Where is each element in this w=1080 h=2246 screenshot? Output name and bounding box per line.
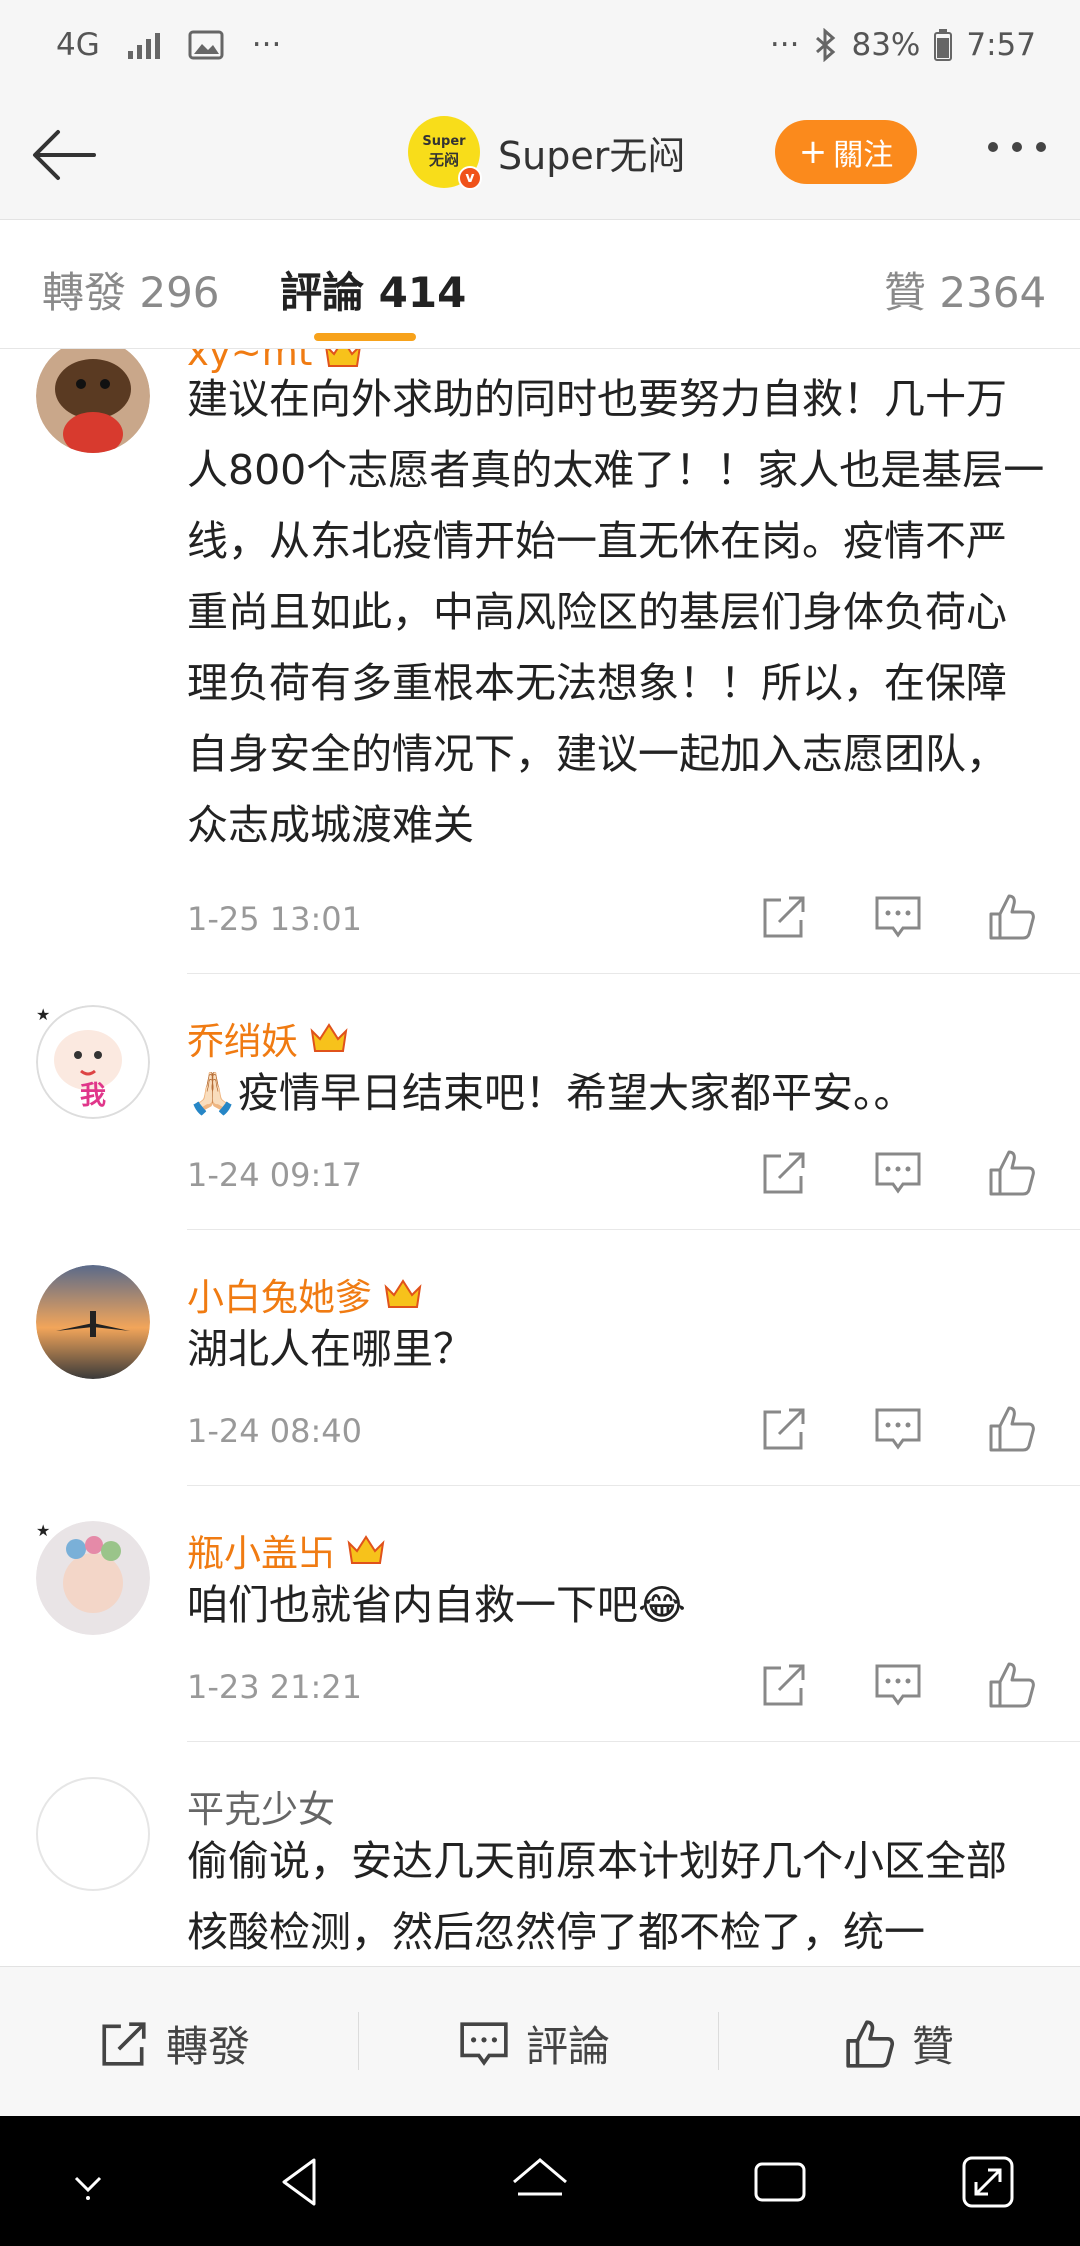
avatar[interactable]	[36, 1265, 150, 1379]
active-tab-indicator	[314, 333, 416, 341]
like-button[interactable]: 贊	[844, 2013, 954, 2074]
recents-nav-icon[interactable]	[748, 2150, 812, 2214]
comment-username[interactable]: 小白兔她爹	[187, 1267, 424, 1321]
divider	[187, 1485, 1080, 1486]
status-bar: 4G ··· ··· 83% 7:57	[0, 0, 1080, 90]
network-indicator: 4G	[56, 27, 100, 63]
follow-button[interactable]: + 關注	[775, 120, 917, 184]
comment-time: 1-24 08:40	[187, 1412, 363, 1450]
follow-label: 關注	[833, 138, 894, 173]
repost-button[interactable]: 轉發	[98, 2013, 250, 2074]
logo-text-top: Super	[422, 134, 466, 149]
back-nav-icon[interactable]	[270, 2150, 334, 2214]
more-status-indicator: ···	[769, 27, 800, 63]
like-icon[interactable]	[987, 1148, 1037, 1198]
divider	[358, 2012, 359, 2070]
comment-text: 🙏🏻疫情早日结束吧！希望大家都平安。。	[187, 1069, 915, 1117]
avatar[interactable]: 我 ★	[36, 1005, 150, 1119]
crown-icon	[384, 1279, 422, 1308]
divider	[718, 2012, 719, 2070]
tab-likes[interactable]: 贊 2364	[884, 259, 1046, 320]
comment-time: 1-24 09:17	[187, 1156, 363, 1194]
comment-icon[interactable]	[873, 892, 923, 942]
comment-username[interactable]: 乔绡妖	[187, 1011, 350, 1065]
repost-icon[interactable]	[759, 1660, 809, 1710]
comment-meta: 1-25 13:01	[187, 892, 1080, 952]
divider	[187, 1741, 1080, 1742]
logo-text-bottom: 无闷	[428, 151, 459, 169]
like-icon[interactable]	[987, 1404, 1037, 1454]
tab-comments[interactable]: 評論 414	[280, 259, 466, 320]
tab-bar: 轉發 296 評論 414 贊 2364	[0, 221, 1080, 349]
signal-icon	[127, 31, 160, 59]
gallery-notification-icon	[188, 30, 224, 60]
verified-badge-icon: v	[458, 166, 482, 190]
comment-meta: 1-24 08:40	[187, 1404, 1080, 1464]
bottom-action-bar: 轉發 評論 贊	[0, 1966, 1080, 2116]
divider	[187, 973, 1080, 974]
crown-icon	[310, 1023, 348, 1052]
comment-button[interactable]: 評論	[458, 2013, 610, 2074]
expand-icon[interactable]	[956, 2150, 1020, 2214]
like-icon	[846, 2019, 895, 2068]
bluetooth-icon	[816, 28, 836, 62]
repost-label: 轉發	[166, 2022, 251, 2071]
like-label: 贊	[912, 2022, 955, 2071]
home-nav-icon[interactable]	[508, 2150, 572, 2214]
avatar[interactable]	[36, 349, 150, 453]
comment-icon	[460, 2021, 508, 2066]
page-title: Super无闷	[498, 133, 686, 178]
hide-keyboard-icon[interactable]	[56, 2150, 120, 2214]
tab-reposts[interactable]: 轉發 296	[42, 259, 220, 320]
account-title[interactable]: Super 无闷 v Super无闷	[408, 116, 686, 190]
comment-time: 1-25 13:01	[187, 900, 363, 938]
verified-badge-icon: ★	[36, 1521, 51, 1540]
comment-time: 1-23 21:21	[187, 1668, 363, 1706]
comment-meta: 1-23 21:21	[187, 1660, 1080, 1720]
divider	[187, 1229, 1080, 1230]
like-icon[interactable]	[987, 1660, 1037, 1710]
comment-username[interactable]: 平克少女	[187, 1779, 335, 1833]
more-notifications-indicator: ···	[251, 27, 282, 63]
clock: 7:57	[966, 27, 1036, 63]
comment-text: 咱们也就省内自救一下吧😂	[187, 1581, 686, 1629]
crown-icon	[347, 1535, 385, 1564]
like-icon[interactable]	[987, 892, 1037, 942]
top-nav-bar: Super 无闷 v Super无闷 + 關注	[0, 90, 1080, 220]
comment-text: 湖北人在哪里？	[187, 1325, 474, 1373]
plus-icon: +	[798, 132, 828, 172]
comment-text: 偷偷说，安达几天前原本计划好几个小区全部核酸检测，然后忽然停了都不检了，统一	[187, 1837, 1007, 1956]
repost-icon[interactable]	[759, 1404, 809, 1454]
repost-icon[interactable]	[759, 1148, 809, 1198]
avatar[interactable]	[36, 1777, 150, 1891]
comment-text: 建议在向外求助的同时也要努力自救！几十万人800个志愿者真的太难了！！家人也是基…	[187, 375, 1045, 849]
more-options-icon[interactable]	[988, 142, 1046, 152]
avatar[interactable]: ★	[36, 1521, 150, 1635]
repost-icon	[102, 2021, 146, 2066]
system-navigation-bar	[0, 2116, 1080, 2246]
comment-meta: 1-24 09:17	[187, 1148, 1080, 1208]
avatar-text: 我	[80, 1081, 107, 1111]
comment-list[interactable]: xy~mt 建议在向外求助的同时也要努力自救！几十万人800个志愿者真的太难了！…	[0, 349, 1080, 1965]
comment-icon[interactable]	[873, 1660, 923, 1710]
account-logo: Super 无闷 v	[408, 116, 482, 190]
comment-icon[interactable]	[873, 1148, 923, 1198]
back-arrow-icon[interactable]	[28, 120, 102, 190]
repost-icon[interactable]	[759, 892, 809, 942]
comment-icon[interactable]	[873, 1404, 923, 1454]
battery-icon	[934, 29, 953, 61]
comment-label: 評論	[526, 2022, 611, 2071]
comment-username[interactable]: 瓶小盖卐	[187, 1523, 387, 1577]
verified-badge-icon: ★	[36, 1005, 51, 1024]
battery-percentage: 83%	[851, 27, 921, 63]
